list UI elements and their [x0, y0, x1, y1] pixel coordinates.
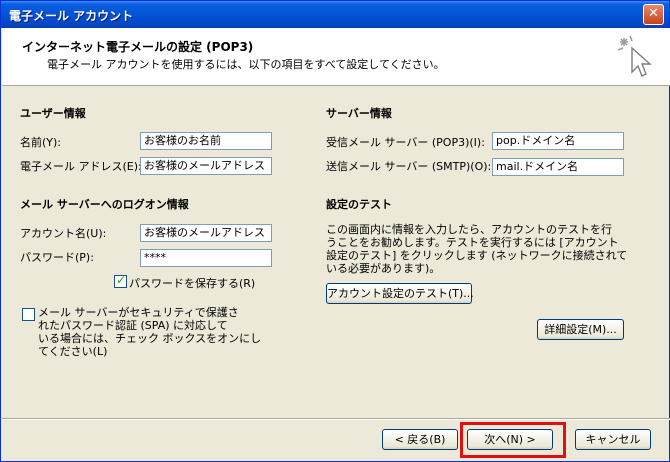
title-bar[interactable]: 電子メール アカウント ✕ — [1, 1, 669, 28]
back-button[interactable]: < 戻る(B) — [382, 429, 458, 450]
password-label: パスワード(P): — [20, 251, 94, 264]
server-info-heading: サーバー情報 — [326, 107, 392, 120]
account-dialog: 電子メール アカウント ✕ インターネット電子メールの設定 (POP3) 電子メ… — [0, 0, 670, 462]
advanced-settings-button[interactable]: 詳細設定(M)... — [537, 319, 624, 340]
wizard-header: インターネット電子メールの設定 (POP3) 電子メール アカウントを使用するに… — [2, 28, 670, 86]
user-info-heading: ユーザー情報 — [20, 107, 86, 120]
test-heading: 設定のテスト — [326, 198, 392, 211]
test-description: この画面内に情報を入力したら、アカウントのテストを行 うことをお勧めします。テス… — [326, 223, 627, 275]
close-icon: ✕ — [648, 6, 659, 21]
outgoing-server-label: 送信メール サーバー (SMTP)(O): — [326, 160, 492, 173]
settings-form: ユーザー情報 名前(Y): お客様のお名前 電子メール アドレス(E): お客様… — [2, 86, 670, 416]
outgoing-server-input[interactable]: mail.ドメイン名 — [492, 158, 624, 176]
account-name-input[interactable]: お客様のメールアドレス — [140, 224, 272, 242]
footer-divider — [2, 418, 670, 420]
name-input[interactable]: お客様のお名前 — [140, 132, 272, 150]
test-account-settings-button[interactable]: アカウント設定のテスト(T)... — [326, 283, 474, 304]
spa-label-line: いる場合には、チェック ボックスをオンにし — [38, 332, 262, 345]
account-name-label: アカウント名(U): — [20, 227, 107, 240]
spa-checkbox[interactable] — [22, 308, 35, 321]
test-description-line: 設定のテスト] をクリックします (ネットワークに接続されて — [326, 249, 628, 262]
test-description-line: いる必要があります)。 — [326, 262, 441, 275]
test-description-line: この画面内に情報を入力したら、アカウントのテストを行 — [326, 223, 612, 236]
spa-label-line: てください(L) — [38, 345, 108, 358]
spa-label-line: メール サーバーがセキュリティで保護さ — [38, 306, 239, 319]
incoming-server-input[interactable]: pop.ドメイン名 — [492, 132, 624, 150]
next-button-highlight — [460, 422, 566, 458]
close-button[interactable]: ✕ — [643, 4, 664, 25]
remember-password-checkbox[interactable] — [114, 273, 127, 288]
cancel-button[interactable]: キャンセル — [575, 429, 651, 450]
spa-label-line: れたパスワード認証 (SPA) に対応して — [38, 319, 228, 332]
wizard-cursor-icon — [617, 35, 652, 77]
password-input[interactable]: **** — [140, 249, 272, 267]
spa-label[interactable]: メール サーバーがセキュリティで保護さ れたパスワード認証 (SPA) に対応し… — [38, 306, 261, 358]
window-title: 電子メール アカウント — [9, 9, 134, 23]
test-description-line: うことをお勧めします。テストを実行するには [アカウント — [326, 236, 619, 249]
email-label: 電子メール アドレス(E): — [20, 160, 142, 173]
page-title: インターネット電子メールの設定 (POP3) — [22, 40, 254, 54]
logon-info-heading: メール サーバーへのログオン情報 — [20, 198, 189, 211]
incoming-server-label: 受信メール サーバー (POP3)(I): — [326, 136, 485, 149]
name-label: 名前(Y): — [20, 136, 62, 149]
page-subtitle: 電子メール アカウントを使用するには、以下の項目をすべて設定してください。 — [47, 58, 445, 71]
email-input[interactable]: お客様のメールアドレス — [140, 157, 272, 175]
remember-password-label[interactable]: パスワードを保存する(R) — [129, 275, 255, 291]
